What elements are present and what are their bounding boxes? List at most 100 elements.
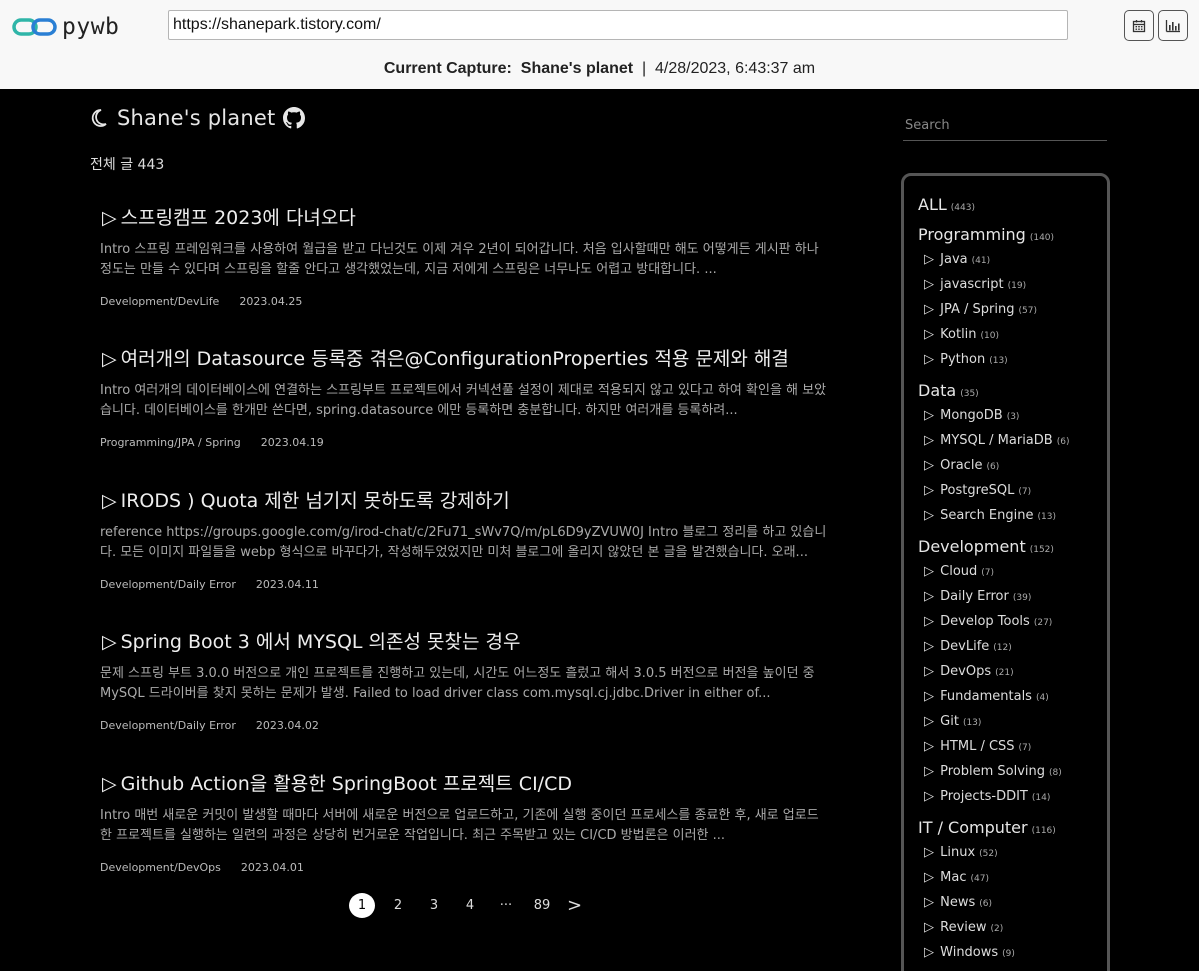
- calendar-button[interactable]: [1124, 10, 1154, 41]
- subcategory-count: (47): [970, 874, 989, 884]
- category-data[interactable]: Data (35): [918, 378, 1107, 403]
- subcategory-mysql-mariadb[interactable]: ▷ MYSQL / MariaDB (6): [924, 428, 1107, 453]
- subcategory-label[interactable]: Problem Solving: [940, 764, 1045, 779]
- category-label[interactable]: Data: [918, 381, 956, 400]
- post-item[interactable]: ▷ Spring Boot 3 에서 MYSQL 의존성 못찾는 경우 문제 스프…: [100, 627, 830, 732]
- search-input[interactable]: [903, 110, 1107, 141]
- post-title[interactable]: ▷ IRODS ) Quota 제한 넘기지 못하도록 강제하기: [100, 486, 830, 513]
- subcategory-label[interactable]: MYSQL / MariaDB: [940, 433, 1053, 448]
- blog-title-text[interactable]: Shane's planet: [117, 106, 275, 130]
- subcategory-linux[interactable]: ▷ Linux (52): [924, 840, 1107, 865]
- page-2[interactable]: 2: [385, 893, 411, 918]
- post-excerpt[interactable]: Intro 매번 새로운 커밋이 발생할 때마다 서버에 새로운 버전으로 업로…: [100, 806, 830, 846]
- subcategory-label[interactable]: Projects-DDIT: [940, 789, 1028, 804]
- page-4[interactable]: 4: [457, 893, 483, 918]
- subcategory-label[interactable]: JPA / Spring: [940, 302, 1014, 317]
- subcategory-label[interactable]: javascript: [940, 277, 1003, 292]
- triangle-icon: ▷: [924, 589, 934, 604]
- github-icon[interactable]: [283, 107, 306, 129]
- post-title[interactable]: ▷ Github Action을 활용한 SpringBoot 프로젝트 CI/C…: [100, 769, 830, 796]
- subcategory-postgresql[interactable]: ▷ PostgreSQL (7): [924, 478, 1107, 503]
- url-input[interactable]: [168, 10, 1068, 40]
- subcategory-daily-error[interactable]: ▷ Daily Error (39): [924, 584, 1107, 609]
- post-excerpt[interactable]: reference https://groups.google.com/g/ir…: [100, 523, 830, 563]
- subcategory-label[interactable]: Cloud: [940, 564, 977, 579]
- subcategory-git[interactable]: ▷ Git (13): [924, 709, 1107, 734]
- post-excerpt[interactable]: Intro 여러개의 데이터베이스에 연결하는 스프링부트 프로젝트에서 커넥션…: [100, 381, 830, 421]
- subcategory-html-css[interactable]: ▷ HTML / CSS (7): [924, 734, 1107, 759]
- subcategory-label[interactable]: Daily Error: [940, 589, 1009, 604]
- subcategory-kotlin[interactable]: ▷ Kotlin (10): [924, 322, 1107, 347]
- subcategory-label[interactable]: Search Engine: [940, 508, 1033, 523]
- subcategory-label[interactable]: PostgreSQL: [940, 483, 1014, 498]
- subcategory-python[interactable]: ▷ Python (13): [924, 347, 1107, 372]
- post-title-text[interactable]: IRODS ) Quota 제한 넘기지 못하도록 강제하기: [121, 490, 510, 512]
- subcategory-label[interactable]: Kotlin: [940, 327, 976, 342]
- subcategory-label[interactable]: Mac: [940, 870, 966, 885]
- subcategory-label[interactable]: News: [940, 895, 975, 910]
- post-title[interactable]: ▷ Spring Boot 3 에서 MYSQL 의존성 못찾는 경우: [100, 627, 830, 654]
- triangle-icon: ▷: [924, 483, 934, 498]
- subcategory-java[interactable]: ▷ Java (41): [924, 247, 1107, 272]
- category-group-it-computer: IT / Computer (116) ▷ Linux (52) ▷ Mac (47)…: [918, 815, 1107, 965]
- category-label[interactable]: Development: [918, 537, 1026, 556]
- subcategory-search-engine[interactable]: ▷ Search Engine (13): [924, 503, 1107, 528]
- post-excerpt[interactable]: 문제 스프링 부트 3.0.0 버전으로 개인 프로젝트를 진행하고 있는데, …: [100, 664, 830, 704]
- subcategory-label[interactable]: Windows: [940, 945, 998, 960]
- subcategory-cloud[interactable]: ▷ Cloud (7): [924, 559, 1107, 584]
- post-title-text[interactable]: 스프링캠프 2023에 다녀오다: [121, 207, 356, 229]
- post-item[interactable]: ▷ 스프링캠프 2023에 다녀오다 Intro 스프링 프레임워크를 사용하여 …: [100, 203, 830, 308]
- page-3[interactable]: 3: [421, 893, 447, 918]
- subcategory-label[interactable]: MongoDB: [940, 408, 1003, 423]
- category-it-computer[interactable]: IT / Computer (116): [918, 815, 1107, 840]
- page-1[interactable]: 1: [349, 893, 375, 918]
- subcategory-problem-solving[interactable]: ▷ Problem Solving (8): [924, 759, 1107, 784]
- subcategory-label[interactable]: Oracle: [940, 458, 982, 473]
- subcategory-label[interactable]: Git: [940, 714, 959, 729]
- subcategory-label[interactable]: Fundamentals: [940, 689, 1032, 704]
- category-label[interactable]: IT / Computer: [918, 818, 1028, 837]
- subcategory-jpa-spring[interactable]: ▷ JPA / Spring (57): [924, 297, 1107, 322]
- moon-icon[interactable]: [90, 108, 108, 128]
- post-excerpt[interactable]: Intro 스프링 프레임워크를 사용하여 월급을 받고 다닌것도 이제 겨우 …: [100, 240, 830, 280]
- subcategory-javascript[interactable]: ▷ javascript (19): [924, 272, 1107, 297]
- subcategory-label[interactable]: HTML / CSS: [940, 739, 1014, 754]
- subcategory-devlife[interactable]: ▷ DevLife (12): [924, 634, 1107, 659]
- post-item[interactable]: ▷ IRODS ) Quota 제한 넘기지 못하도록 강제하기 referenc…: [100, 486, 830, 591]
- category-label[interactable]: Programming: [918, 225, 1026, 244]
- subcategory-windows[interactable]: ▷ Windows (9): [924, 940, 1107, 965]
- post-item[interactable]: ▷ 여러개의 Datasource 등록중 겪은@ConfigurationPro…: [100, 344, 830, 449]
- subcategory-label[interactable]: Review: [940, 920, 986, 935]
- category-all[interactable]: ALL (443): [918, 192, 1107, 216]
- subcategory-label[interactable]: DevOps: [940, 664, 991, 679]
- category-count: (116): [1031, 826, 1056, 836]
- subcategory-label[interactable]: Develop Tools: [940, 614, 1030, 629]
- subcategory-label[interactable]: Linux: [940, 845, 975, 860]
- category-development[interactable]: Development (152): [918, 534, 1107, 559]
- post-title-text[interactable]: Github Action을 활용한 SpringBoot 프로젝트 CI/CD: [121, 773, 572, 795]
- subcategory-label[interactable]: Python: [940, 352, 985, 367]
- subcategory-review[interactable]: ▷ Review (2): [924, 915, 1107, 940]
- post-title-text[interactable]: Spring Boot 3 에서 MYSQL 의존성 못찾는 경우: [121, 631, 521, 653]
- subcategory-devops[interactable]: ▷ DevOps (21): [924, 659, 1107, 684]
- subcategory-mongodb[interactable]: ▷ MongoDB (3): [924, 403, 1107, 428]
- subcategory-projects-ddit[interactable]: ▷ Projects-DDIT (14): [924, 784, 1107, 809]
- subcategory-mac[interactable]: ▷ Mac (47): [924, 865, 1107, 890]
- page-89[interactable]: 89: [529, 893, 555, 918]
- blog-title[interactable]: Shane's planet: [90, 106, 306, 130]
- subcategory-develop-tools[interactable]: ▷ Develop Tools (27): [924, 609, 1107, 634]
- subcategory-label[interactable]: DevLife: [940, 639, 989, 654]
- post-title[interactable]: ▷ 스프링캠프 2023에 다녀오다: [100, 203, 830, 230]
- timeline-button[interactable]: [1158, 10, 1188, 41]
- category-programming[interactable]: Programming (140): [918, 222, 1107, 247]
- subcategory-news[interactable]: ▷ News (6): [924, 890, 1107, 915]
- post-title[interactable]: ▷ 여러개의 Datasource 등록중 겪은@ConfigurationPro…: [100, 344, 830, 371]
- subcategory-fundamentals[interactable]: ▷ Fundamentals (4): [924, 684, 1107, 709]
- post-item[interactable]: ▷ Github Action을 활용한 SpringBoot 프로젝트 CI/C…: [100, 769, 830, 874]
- pywb-logo[interactable]: pywb: [12, 12, 119, 42]
- post-title-text[interactable]: 여러개의 Datasource 등록중 겪은@ConfigurationProp…: [121, 348, 789, 370]
- next-page-button[interactable]: >: [567, 895, 582, 916]
- subcategory-label[interactable]: Java: [940, 252, 967, 267]
- subcategory-oracle[interactable]: ▷ Oracle (6): [924, 453, 1107, 478]
- category-label[interactable]: ALL: [918, 195, 947, 214]
